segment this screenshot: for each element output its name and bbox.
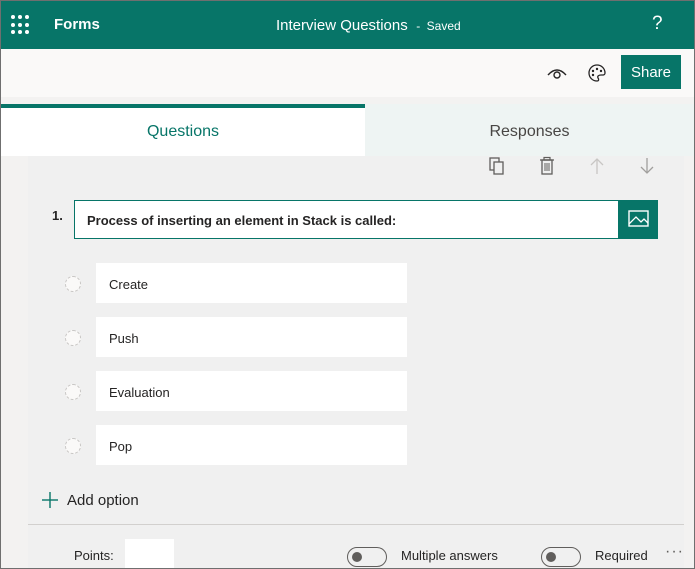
insert-media-button[interactable] [618, 200, 658, 239]
image-icon [628, 210, 649, 227]
toggle-knob [546, 552, 556, 562]
option-field[interactable] [96, 317, 407, 357]
share-button[interactable]: Share [621, 55, 681, 89]
option-radio[interactable] [65, 330, 81, 346]
app-name[interactable]: Forms [54, 16, 100, 33]
save-status: Saved [426, 19, 461, 33]
multiple-answers-label: Multiple answers [401, 548, 498, 563]
option-label: Create [109, 277, 149, 292]
points-label: Points: [74, 548, 114, 563]
eye-icon[interactable] [546, 63, 568, 83]
title-separator: - [416, 19, 421, 33]
app-launcher-icon[interactable] [11, 15, 31, 35]
required-label: Required [595, 548, 648, 563]
card-divider [28, 524, 684, 525]
option-radio[interactable] [65, 438, 81, 454]
add-option-button[interactable]: Add option [67, 492, 139, 509]
option-label: Pop [109, 439, 133, 454]
copy-icon[interactable] [488, 156, 506, 176]
move-up-icon[interactable] [588, 156, 606, 176]
question-text: Process of inserting an element in Stack… [87, 213, 397, 228]
tab-questions[interactable]: Questions [1, 104, 365, 156]
toggle-knob [352, 552, 362, 562]
form-title-area: Interview Questions - Saved [276, 17, 461, 35]
plus-icon[interactable] [41, 491, 59, 509]
option-radio[interactable] [65, 384, 81, 400]
toolbar: Share [1, 49, 694, 97]
option-radio[interactable] [65, 276, 81, 292]
option-label: Evaluation [109, 385, 170, 400]
option-field[interactable] [96, 425, 407, 465]
multiple-answers-toggle[interactable] [347, 547, 387, 567]
question-number: 1. [52, 208, 63, 223]
forms-window: Forms Interview Questions - Saved ? Shar… [0, 0, 695, 569]
delete-icon[interactable] [538, 156, 556, 176]
more-options-button[interactable]: ··· [665, 543, 684, 561]
required-toggle[interactable] [541, 547, 581, 567]
points-input[interactable] [125, 539, 174, 568]
top-header-bar: Forms Interview Questions - Saved ? [1, 1, 694, 49]
form-title: Interview Questions [276, 17, 408, 34]
tab-bar: Questions Responses [1, 104, 694, 156]
palette-icon[interactable] [586, 63, 608, 83]
option-label: Push [109, 331, 139, 346]
help-button[interactable]: ? [652, 13, 663, 35]
tab-responses[interactable]: Responses [365, 104, 694, 156]
move-down-icon[interactable] [638, 156, 656, 176]
